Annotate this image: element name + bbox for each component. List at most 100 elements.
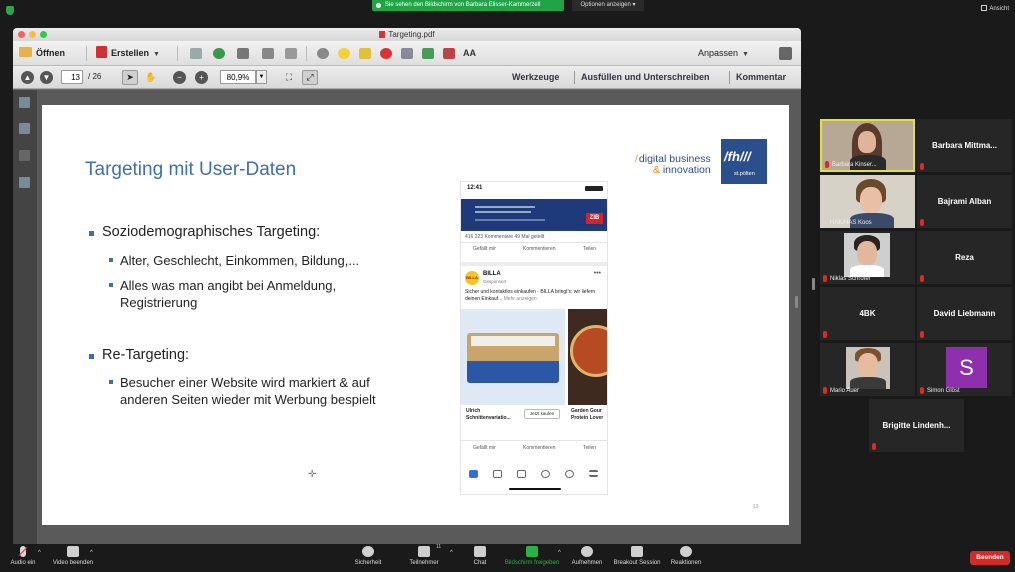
cloud-upload-icon[interactable] xyxy=(213,48,225,59)
chevron-down-icon: ▾ xyxy=(632,2,636,8)
window-title-text: Targeting.pdf xyxy=(388,30,435,39)
create-button[interactable]: Erstellen ▼ xyxy=(96,46,160,61)
chevron-up-icon[interactable]: ^ xyxy=(90,550,93,556)
participant-video xyxy=(846,347,890,389)
edit-icon[interactable] xyxy=(262,48,274,59)
zoom-meeting-window: Sie sehen den Bildschirm von Barbara Eli… xyxy=(0,0,1015,572)
share-button: Teilen xyxy=(583,445,597,451)
pages-icon[interactable] xyxy=(401,48,413,59)
chevron-up-icon[interactable]: ^ xyxy=(558,550,561,556)
chevron-up-icon[interactable]: ^ xyxy=(450,550,453,556)
comment-button: Kommentieren xyxy=(523,246,556,252)
text-size-icon[interactable]: AA xyxy=(463,48,476,59)
delete-icon[interactable] xyxy=(380,48,392,59)
participant-tile[interactable]: Reza xyxy=(917,231,1012,284)
like-button: Gefällt mir xyxy=(473,445,496,451)
breakout-button[interactable]: Breakout Session xyxy=(612,546,662,566)
sign-icon[interactable] xyxy=(443,48,455,59)
bookmark-icon[interactable] xyxy=(19,123,30,134)
mic-off-icon xyxy=(823,331,827,338)
view-button[interactable]: Ansicht xyxy=(981,5,1009,12)
gear-icon[interactable] xyxy=(317,48,329,59)
participant-name: Niklas Schröfel xyxy=(830,276,871,282)
shield-icon xyxy=(362,546,374,557)
signature-icon[interactable] xyxy=(19,177,30,188)
participant-tile[interactable]: Niklas Schröfel xyxy=(820,231,915,284)
audio-button[interactable]: Audio ein xyxy=(8,546,38,566)
arrow-up-icon[interactable]: ▲ xyxy=(21,71,34,84)
participant-name: Simon Glöst xyxy=(927,388,960,394)
select-cursor-icon[interactable]: ➤ xyxy=(122,70,138,85)
fit-dropdown[interactable]: Anpassen ▼ xyxy=(698,46,749,61)
participant-name: Reza xyxy=(955,253,974,262)
panel-resize-handle[interactable] xyxy=(812,278,815,290)
zoom-in-icon[interactable]: + xyxy=(195,71,208,84)
fullscreen-icon[interactable] xyxy=(779,47,792,60)
chat-button[interactable]: Chat xyxy=(470,546,490,566)
chevron-down-icon[interactable]: ▼ xyxy=(256,70,267,84)
end-meeting-button[interactable]: Beenden xyxy=(970,551,1010,565)
participant-tile[interactable]: 4BK xyxy=(820,287,915,340)
like-button: Gefällt mir xyxy=(473,246,496,252)
fit-page-icon[interactable]: ⛶ xyxy=(281,70,297,85)
notifications-icon xyxy=(565,470,574,478)
product-caption-1: Ulrich Schnittenvariatio... xyxy=(466,408,511,421)
sub-bullet-registration: Alles was man angibt bei Anmeldung, Regi… xyxy=(108,277,336,311)
chevron-up-icon[interactable]: ^ xyxy=(38,550,41,556)
participant-tile[interactable]: Mario Auer xyxy=(820,343,915,396)
zoom-level-input[interactable] xyxy=(220,70,256,84)
comment-link[interactable]: Kommentar xyxy=(736,71,786,84)
share-button: Teilen xyxy=(583,246,597,252)
product-image-cake xyxy=(461,309,565,405)
arrow-down-icon[interactable]: ▼ xyxy=(40,71,53,84)
post-divider xyxy=(461,242,607,243)
participant-tile[interactable]: Bajrami Alban xyxy=(917,175,1012,228)
page-thumbnails-icon[interactable] xyxy=(19,97,30,108)
participant-tile[interactable]: HAK/HAS Koos xyxy=(820,175,915,228)
sub-bullet-website-marking: Besucher einer Website wird markiert & a… xyxy=(109,374,376,408)
reactions-button[interactable]: Reaktionen xyxy=(670,546,702,566)
participant-tile[interactable]: Barbara Mittma... xyxy=(917,119,1012,172)
scrollbar-handle[interactable] xyxy=(795,296,798,308)
fit-label: Anpassen xyxy=(698,48,739,58)
view-options-button[interactable]: Optionen anzeigen ▾ xyxy=(572,0,644,11)
zoom-out-icon[interactable]: − xyxy=(173,71,186,84)
navigation-pane xyxy=(13,90,37,544)
participant-face xyxy=(858,353,878,377)
participant-tile[interactable]: S Simon Glöst xyxy=(917,343,1012,396)
participant-name: Barbara Mittma... xyxy=(932,141,997,150)
email-icon[interactable] xyxy=(285,48,297,59)
print-icon[interactable] xyxy=(237,48,249,59)
mic-off-icon xyxy=(823,275,827,282)
participant-tile[interactable]: David Liebmann xyxy=(917,287,1012,340)
document-area[interactable]: Targeting mit User-Daten digital busines… xyxy=(13,90,801,544)
comment-bubble-icon[interactable] xyxy=(338,48,350,59)
save-icon[interactable] xyxy=(190,48,202,59)
share-screen-button[interactable]: Bildschirm freigeben xyxy=(504,546,560,566)
open-button[interactable]: Öffnen xyxy=(19,46,65,61)
video-button[interactable]: Video beenden xyxy=(50,546,96,566)
export-icon[interactable] xyxy=(422,48,434,59)
logo-subtext: st.pölten xyxy=(734,171,755,177)
hand-tool-icon[interactable]: ✋ xyxy=(143,70,159,85)
participants-button[interactable]: 11 Teilnehmer xyxy=(406,544,442,566)
highlight-icon[interactable] xyxy=(359,48,371,59)
tools-link[interactable]: Werkzeuge xyxy=(512,71,559,84)
post-separator xyxy=(461,262,607,266)
product-image-pizza xyxy=(568,309,607,405)
video-label: Video beenden xyxy=(52,560,94,566)
news-text-line xyxy=(475,206,535,208)
slide-title: Targeting mit User-Daten xyxy=(85,159,297,180)
meeting-controls-bar: Audio ein ^ Video beenden ^ Sicherheit 1… xyxy=(0,544,1015,572)
page-number-input[interactable] xyxy=(61,70,83,84)
security-button[interactable]: Sicherheit xyxy=(352,546,384,566)
participant-tile[interactable]: Barbara Kinser... xyxy=(820,119,915,172)
fit-width-icon[interactable]: ⤢ xyxy=(302,70,318,85)
create-label: Erstellen xyxy=(111,48,150,58)
record-button[interactable]: Aufnehmen xyxy=(570,546,604,566)
participant-face xyxy=(858,131,876,153)
attachment-icon[interactable] xyxy=(19,150,30,161)
participant-tile[interactable]: Brigitte Lindenh... xyxy=(869,399,964,452)
security-shield-icon[interactable] xyxy=(6,6,14,15)
fill-sign-link[interactable]: Ausfüllen und Unterschreiben xyxy=(581,71,710,84)
